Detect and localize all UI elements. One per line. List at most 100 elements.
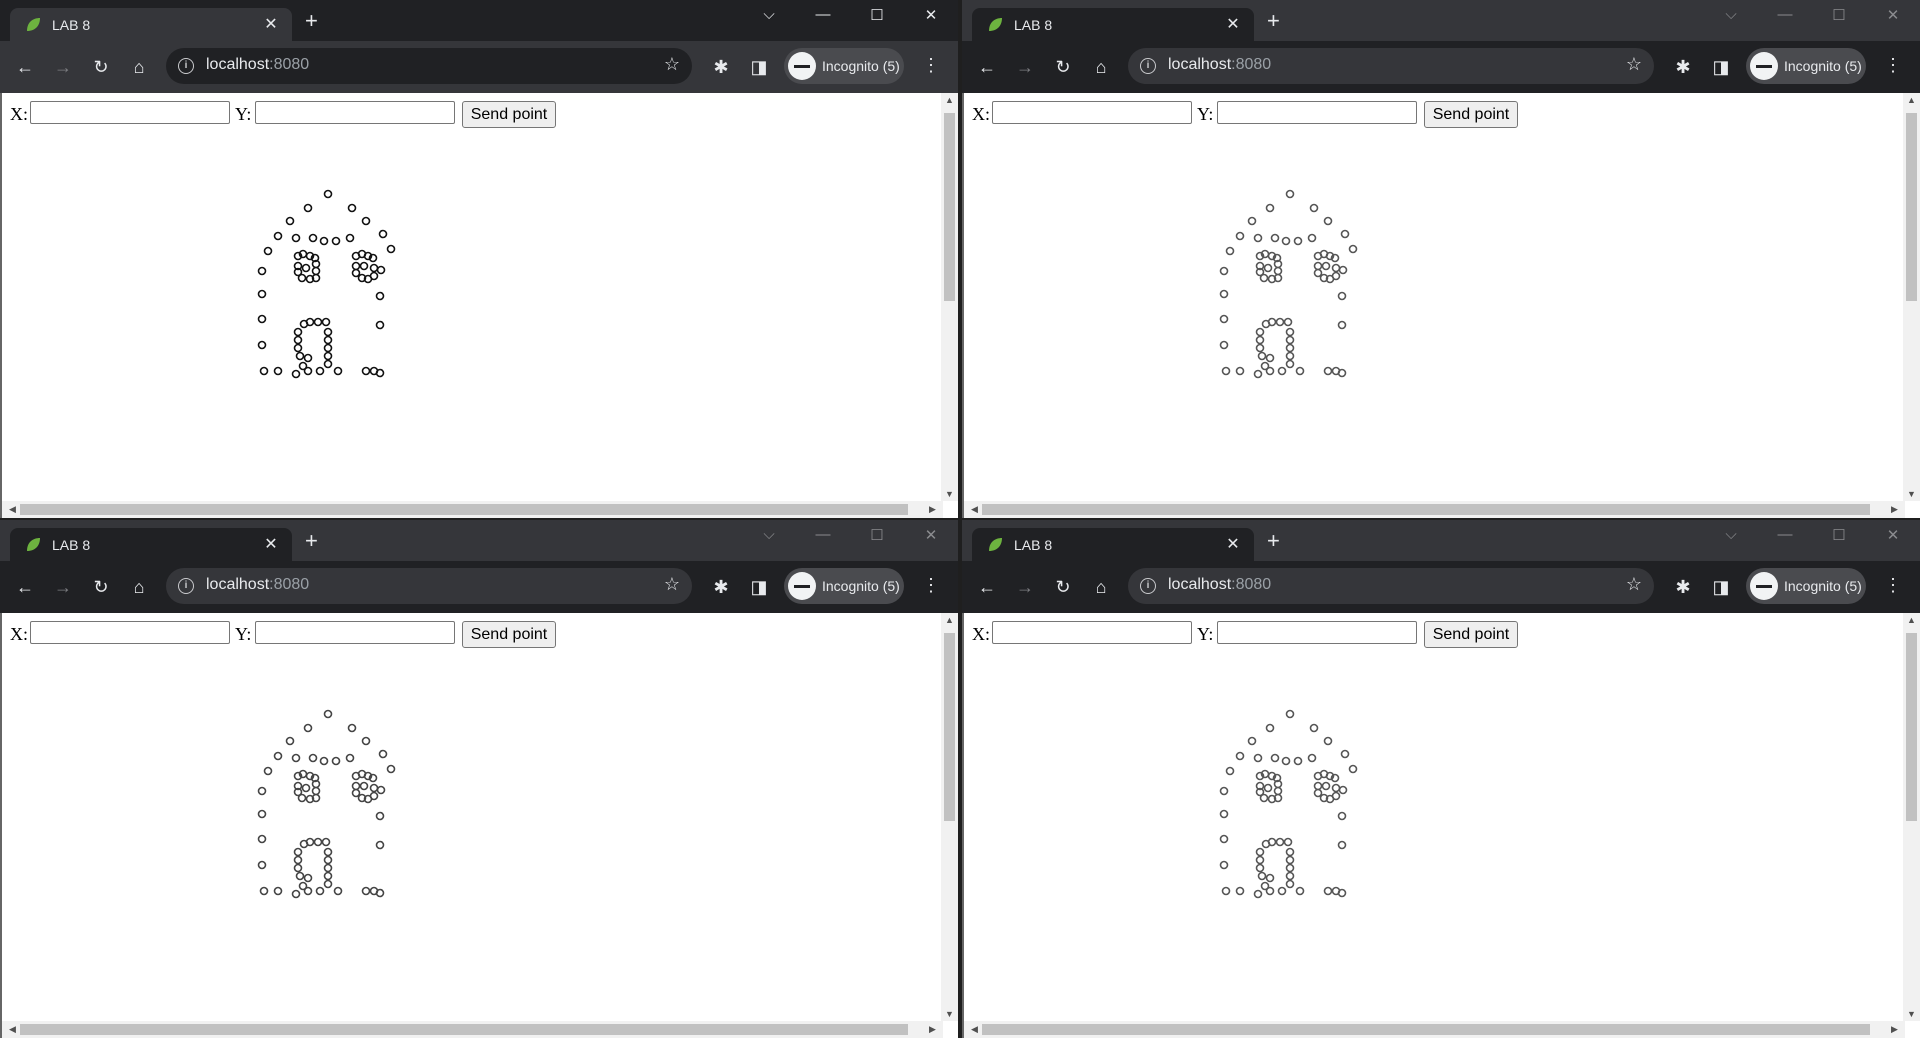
home-icon[interactable]: ⌂ bbox=[128, 56, 150, 78]
vertical-scrollbar[interactable]: ▲ ▼ bbox=[941, 613, 958, 1021]
arrow-right-icon[interactable]: → bbox=[52, 576, 74, 598]
vertical-scroll-thumb[interactable] bbox=[1906, 113, 1917, 301]
scroll-up-icon[interactable]: ▲ bbox=[1903, 95, 1920, 105]
scroll-right-icon[interactable]: ▶ bbox=[1886, 1024, 1903, 1035]
close-icon[interactable]: ✕ bbox=[262, 534, 280, 554]
incognito-badge[interactable]: Incognito (5) bbox=[1746, 48, 1866, 84]
address-bar[interactable]: i localhost:8080 ☆ bbox=[166, 568, 692, 604]
puzzle-icon[interactable]: ✱ bbox=[1672, 56, 1694, 78]
scroll-up-icon[interactable]: ▲ bbox=[941, 615, 958, 625]
send-point-button[interactable]: Send point bbox=[1424, 101, 1518, 128]
kebab-menu-icon[interactable]: ⋮ bbox=[922, 54, 940, 76]
tab-search-chevron-icon[interactable]: ⌵ bbox=[1716, 526, 1746, 543]
scroll-down-icon[interactable]: ▼ bbox=[941, 489, 958, 499]
arrow-left-icon[interactable]: ← bbox=[14, 56, 36, 78]
tab-search-chevron-icon[interactable]: ⌵ bbox=[1716, 6, 1746, 23]
address-bar[interactable]: i localhost:8080 ☆ bbox=[166, 48, 692, 84]
close-window-icon[interactable]: ✕ bbox=[916, 6, 946, 24]
kebab-menu-icon[interactable]: ⋮ bbox=[1884, 574, 1902, 596]
close-icon[interactable]: ✕ bbox=[262, 14, 280, 34]
scroll-left-icon[interactable]: ◀ bbox=[966, 1024, 983, 1035]
tab-lab8[interactable]: LAB 8 ✕ bbox=[10, 8, 292, 41]
close-window-icon[interactable]: ✕ bbox=[1878, 6, 1908, 24]
side-panel-icon[interactable]: ◨ bbox=[748, 56, 770, 78]
scroll-up-icon[interactable]: ▲ bbox=[941, 95, 958, 105]
horizontal-scroll-thumb[interactable] bbox=[982, 1024, 1870, 1035]
home-icon[interactable]: ⌂ bbox=[1090, 56, 1112, 78]
incognito-badge[interactable]: Incognito (5) bbox=[784, 568, 904, 604]
scroll-down-icon[interactable]: ▼ bbox=[1903, 1009, 1920, 1019]
star-icon[interactable]: ☆ bbox=[664, 574, 680, 595]
home-icon[interactable]: ⌂ bbox=[128, 576, 150, 598]
minimize-icon[interactable]: — bbox=[1770, 526, 1800, 543]
info-icon[interactable]: i bbox=[1140, 58, 1156, 74]
vertical-scrollbar[interactable]: ▲ ▼ bbox=[1903, 93, 1920, 501]
side-panel-icon[interactable]: ◨ bbox=[1710, 56, 1732, 78]
tab-search-chevron-icon[interactable]: ⌵ bbox=[754, 6, 784, 23]
horizontal-scrollbar[interactable]: ◀ ▶ bbox=[2, 501, 943, 518]
star-icon[interactable]: ☆ bbox=[664, 54, 680, 75]
plus-icon[interactable]: + bbox=[1267, 530, 1280, 552]
x-input[interactable] bbox=[992, 621, 1192, 644]
arrow-left-icon[interactable]: ← bbox=[976, 56, 998, 78]
horizontal-scrollbar[interactable]: ◀ ▶ bbox=[2, 1021, 943, 1038]
arrow-right-icon[interactable]: → bbox=[52, 56, 74, 78]
tab-search-chevron-icon[interactable]: ⌵ bbox=[754, 526, 784, 543]
arrow-left-icon[interactable]: ← bbox=[976, 576, 998, 598]
maximize-icon[interactable]: ☐ bbox=[1824, 526, 1854, 544]
scroll-left-icon[interactable]: ◀ bbox=[4, 1024, 21, 1035]
kebab-menu-icon[interactable]: ⋮ bbox=[1884, 54, 1902, 76]
y-input[interactable] bbox=[1217, 621, 1417, 644]
close-window-icon[interactable]: ✕ bbox=[1878, 526, 1908, 544]
scroll-left-icon[interactable]: ◀ bbox=[4, 504, 21, 515]
close-window-icon[interactable]: ✕ bbox=[916, 526, 946, 544]
tab-lab8[interactable]: LAB 8 ✕ bbox=[972, 528, 1254, 561]
reload-icon[interactable]: ↻ bbox=[1052, 56, 1074, 78]
scroll-down-icon[interactable]: ▼ bbox=[941, 1009, 958, 1019]
close-icon[interactable]: ✕ bbox=[1224, 14, 1242, 34]
maximize-icon[interactable]: ☐ bbox=[862, 6, 892, 24]
puzzle-icon[interactable]: ✱ bbox=[710, 56, 732, 78]
reload-icon[interactable]: ↻ bbox=[90, 56, 112, 78]
maximize-icon[interactable]: ☐ bbox=[862, 526, 892, 544]
incognito-badge[interactable]: Incognito (5) bbox=[784, 48, 904, 84]
x-input[interactable] bbox=[30, 101, 230, 124]
scroll-left-icon[interactable]: ◀ bbox=[966, 504, 983, 515]
vertical-scroll-thumb[interactable] bbox=[1906, 633, 1917, 821]
kebab-menu-icon[interactable]: ⋮ bbox=[922, 574, 940, 596]
horizontal-scroll-thumb[interactable] bbox=[982, 504, 1870, 515]
vertical-scrollbar[interactable]: ▲ ▼ bbox=[941, 93, 958, 501]
horizontal-scroll-thumb[interactable] bbox=[20, 1024, 908, 1035]
scroll-up-icon[interactable]: ▲ bbox=[1903, 615, 1920, 625]
x-input[interactable] bbox=[30, 621, 230, 644]
close-icon[interactable]: ✕ bbox=[1224, 534, 1242, 554]
plus-icon[interactable]: + bbox=[1267, 10, 1280, 32]
horizontal-scrollbar[interactable]: ◀ ▶ bbox=[964, 1021, 1905, 1038]
incognito-badge[interactable]: Incognito (5) bbox=[1746, 568, 1866, 604]
minimize-icon[interactable]: — bbox=[808, 526, 838, 543]
x-input[interactable] bbox=[992, 101, 1192, 124]
plus-icon[interactable]: + bbox=[305, 530, 318, 552]
scroll-down-icon[interactable]: ▼ bbox=[1903, 489, 1920, 499]
puzzle-icon[interactable]: ✱ bbox=[710, 576, 732, 598]
scroll-right-icon[interactable]: ▶ bbox=[924, 504, 941, 515]
minimize-icon[interactable]: — bbox=[808, 6, 838, 23]
scroll-right-icon[interactable]: ▶ bbox=[1886, 504, 1903, 515]
reload-icon[interactable]: ↻ bbox=[90, 576, 112, 598]
scroll-right-icon[interactable]: ▶ bbox=[924, 1024, 941, 1035]
reload-icon[interactable]: ↻ bbox=[1052, 576, 1074, 598]
tab-lab8[interactable]: LAB 8 ✕ bbox=[10, 528, 292, 561]
arrow-left-icon[interactable]: ← bbox=[14, 576, 36, 598]
vertical-scrollbar[interactable]: ▲ ▼ bbox=[1903, 613, 1920, 1021]
maximize-icon[interactable]: ☐ bbox=[1824, 6, 1854, 24]
send-point-button[interactable]: Send point bbox=[1424, 621, 1518, 648]
puzzle-icon[interactable]: ✱ bbox=[1672, 576, 1694, 598]
arrow-right-icon[interactable]: → bbox=[1014, 56, 1036, 78]
y-input[interactable] bbox=[1217, 101, 1417, 124]
y-input[interactable] bbox=[255, 621, 455, 644]
vertical-scroll-thumb[interactable] bbox=[944, 113, 955, 301]
vertical-scroll-thumb[interactable] bbox=[944, 633, 955, 821]
horizontal-scroll-thumb[interactable] bbox=[20, 504, 908, 515]
address-bar[interactable]: i localhost:8080 ☆ bbox=[1128, 48, 1654, 84]
info-icon[interactable]: i bbox=[1140, 578, 1156, 594]
